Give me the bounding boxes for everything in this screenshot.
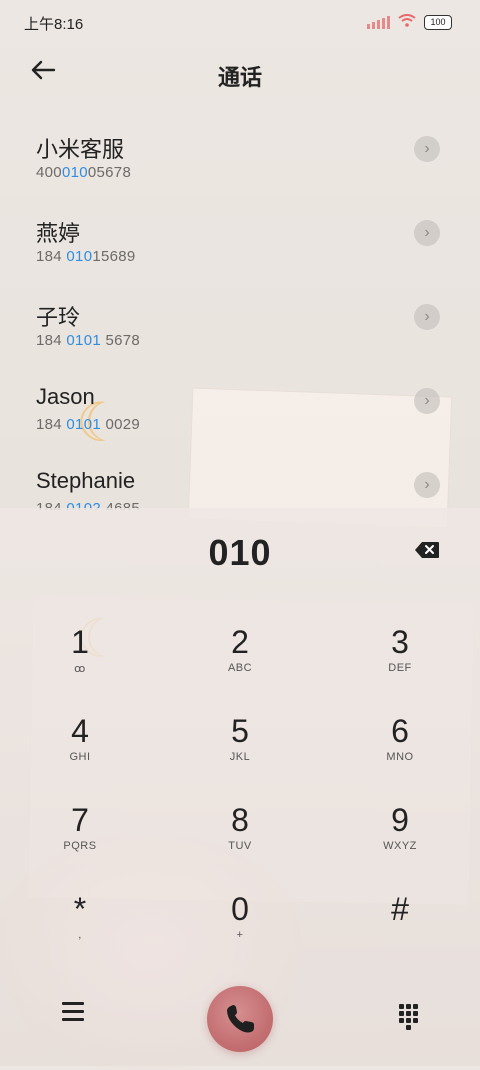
- key-7[interactable]: 7 PQRS: [0, 790, 160, 880]
- contact-list: 小米客服 40001005678 › 燕婷 184 01015689 › 子玲 …: [0, 110, 480, 510]
- status-bar: 上午8:16 100: [0, 0, 480, 44]
- chevron-right-icon[interactable]: ›: [414, 220, 440, 246]
- page-title: 通话: [217, 65, 262, 90]
- key-6[interactable]: 6 MNO: [320, 701, 480, 791]
- header: 通话: [0, 50, 480, 98]
- key-0[interactable]: 0 +: [160, 879, 320, 969]
- key-9[interactable]: 9 WXYZ: [320, 790, 480, 880]
- list-item[interactable]: 燕婷 184 01015689 ›: [0, 194, 480, 278]
- status-time: 上午8:16: [24, 16, 84, 33]
- key-8[interactable]: 8 TUV: [160, 790, 320, 880]
- status-icons: 100: [367, 14, 452, 30]
- key-star[interactable]: *,: [0, 879, 160, 969]
- chevron-right-icon[interactable]: ›: [414, 304, 440, 330]
- dial-number-display: 010: [208, 532, 272, 573]
- wifi-icon: [398, 14, 416, 30]
- key-hash[interactable]: #: [320, 879, 480, 969]
- dialer-panel: 010 1ꝏ 2 ABC 3 DEF 4 GHI 5 JKL 6 MNO 7 PQRS 8T…: [0, 508, 480, 1066]
- chevron-right-icon[interactable]: ›: [414, 136, 440, 162]
- contact-name: 小米客服: [36, 137, 125, 162]
- contact-name: 子玲: [36, 305, 81, 330]
- key-4[interactable]: 4 GHI: [0, 701, 160, 791]
- dialer-bottom-bar: [0, 976, 480, 1066]
- list-item[interactable]: Stephanie 184 0102 4685 ›: [0, 446, 480, 510]
- signal-icon: [367, 15, 390, 29]
- phone-icon: [227, 1005, 254, 1033]
- call-button[interactable]: [207, 986, 273, 1052]
- contact-name: Stephanie: [36, 468, 136, 493]
- menu-icon[interactable]: [62, 1002, 84, 1026]
- key-1[interactable]: 1ꝏ: [0, 612, 160, 702]
- list-item[interactable]: 子玲 184 0101 5678 ›: [0, 278, 480, 362]
- key-5[interactable]: 5 JKL: [160, 701, 320, 791]
- backspace-icon[interactable]: [414, 541, 440, 564]
- list-item[interactable]: Jason 184 0101 0029 ›: [0, 362, 480, 446]
- contact-number: 40001005678: [36, 164, 132, 181]
- contact-name: Jason: [36, 384, 95, 409]
- contact-number: 184 01015689: [36, 248, 136, 265]
- contact-number: 184 0101 5678: [36, 332, 141, 349]
- battery-icon: 100: [424, 14, 452, 30]
- chevron-right-icon[interactable]: ›: [414, 388, 440, 414]
- keypad-icon[interactable]: [399, 1004, 418, 1030]
- list-item[interactable]: 小米客服 40001005678 ›: [0, 110, 480, 194]
- key-2[interactable]: 2 ABC: [160, 612, 320, 702]
- chevron-right-icon[interactable]: ›: [414, 472, 440, 498]
- contact-name: 燕婷: [36, 221, 81, 246]
- voicemail-icon: ꝏ: [74, 663, 86, 675]
- contact-number: 184 0101 0029: [36, 416, 141, 433]
- key-3[interactable]: 3 DEF: [320, 612, 480, 702]
